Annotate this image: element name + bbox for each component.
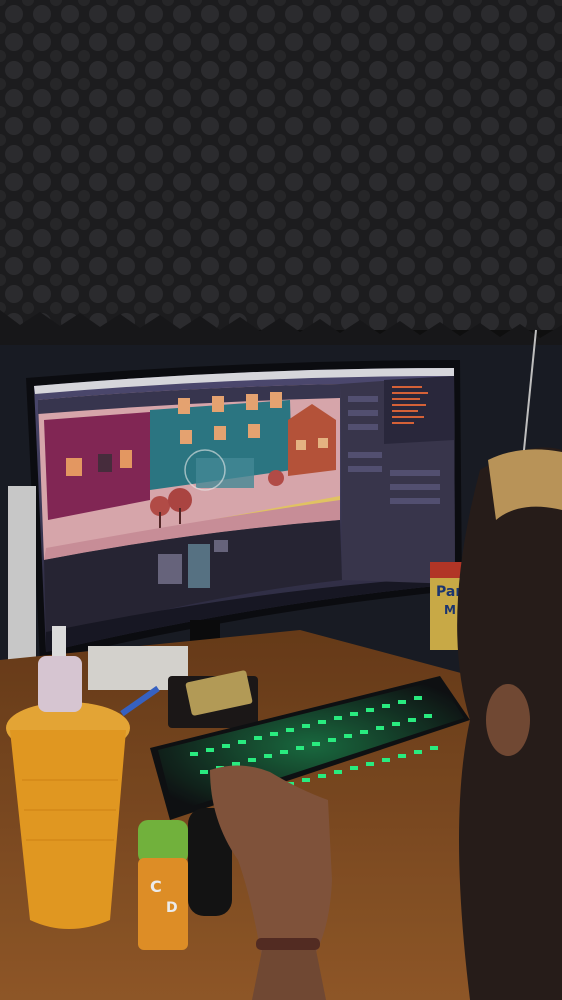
scene-illustration: Par M C D [0,0,562,1000]
vignette [0,0,562,1000]
photo-scene: Par M C D [0,0,562,1000]
